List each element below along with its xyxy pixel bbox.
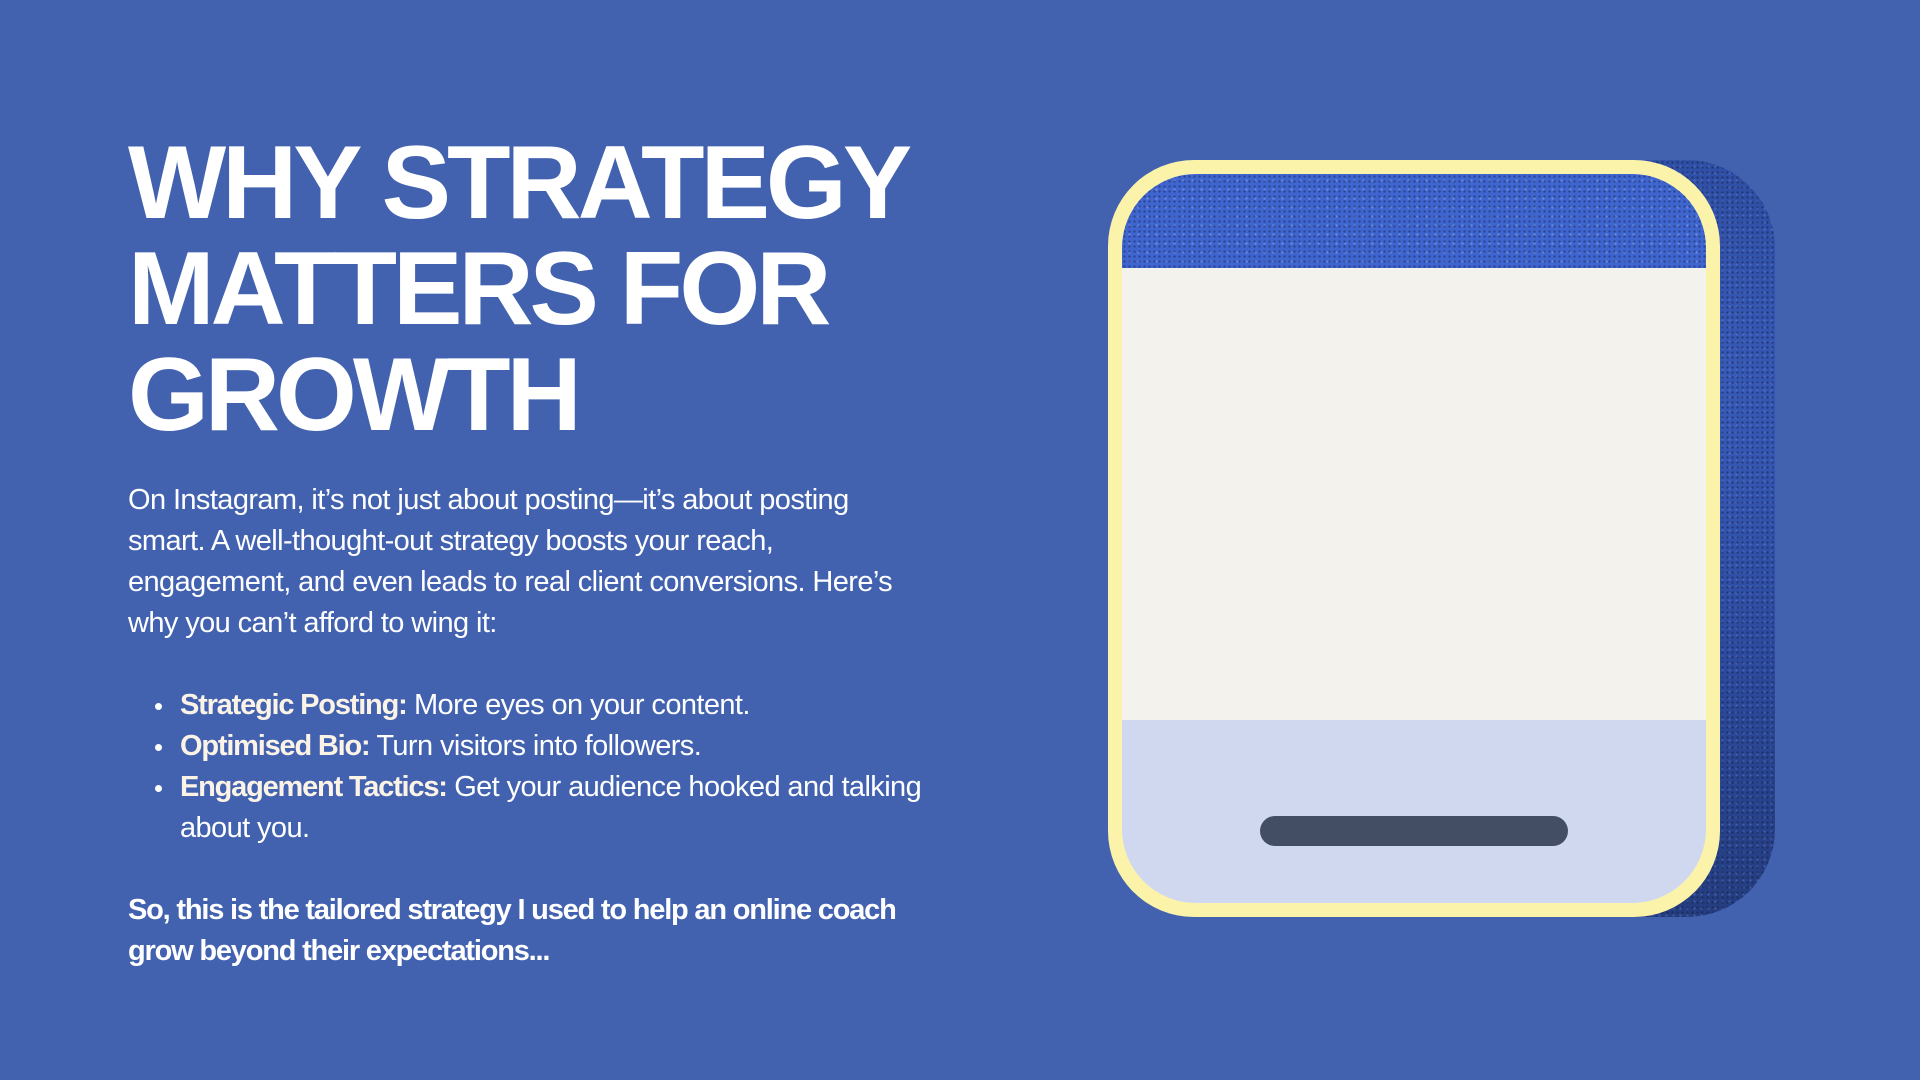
list-item: Strategic Posting: More eyes on your con… bbox=[155, 685, 960, 726]
list-item-text: More eyes on your content. bbox=[406, 689, 750, 721]
slide: WHY STRATEGY MATTERS FOR GROWTH On Insta… bbox=[0, 0, 1920, 1080]
home-bar bbox=[1260, 816, 1568, 846]
title-line-3: GROWTH bbox=[128, 337, 582, 453]
closing-statement: So, this is the tailored strategy I used… bbox=[128, 894, 897, 967]
phone-device-icon bbox=[1108, 160, 1720, 917]
list-item-lead: Optimised Bio: bbox=[180, 730, 371, 762]
device-screen-body bbox=[1122, 268, 1706, 720]
device-screen bbox=[1122, 174, 1706, 903]
benefit-list: Strategic Posting: More eyes on your con… bbox=[128, 685, 960, 849]
list-item: Engagement Tactics: Get your audience ho… bbox=[155, 767, 960, 849]
device-screen-bottom bbox=[1122, 720, 1706, 903]
device-screen-top bbox=[1122, 174, 1706, 268]
list-item: Optimised Bio: Turn visitors into follow… bbox=[155, 726, 960, 767]
page-title: WHY STRATEGY MATTERS FOR GROWTH bbox=[128, 130, 988, 448]
intro-paragraph: On Instagram, it’s not just about postin… bbox=[128, 484, 893, 639]
list-item-lead: Engagement Tactics: bbox=[180, 771, 448, 803]
list-item-text: Turn visitors into followers. bbox=[369, 730, 702, 762]
list-item-lead: Strategic Posting: bbox=[180, 689, 408, 721]
title-line-2: MATTERS FOR bbox=[128, 231, 831, 347]
title-line-1: WHY STRATEGY bbox=[128, 125, 912, 241]
